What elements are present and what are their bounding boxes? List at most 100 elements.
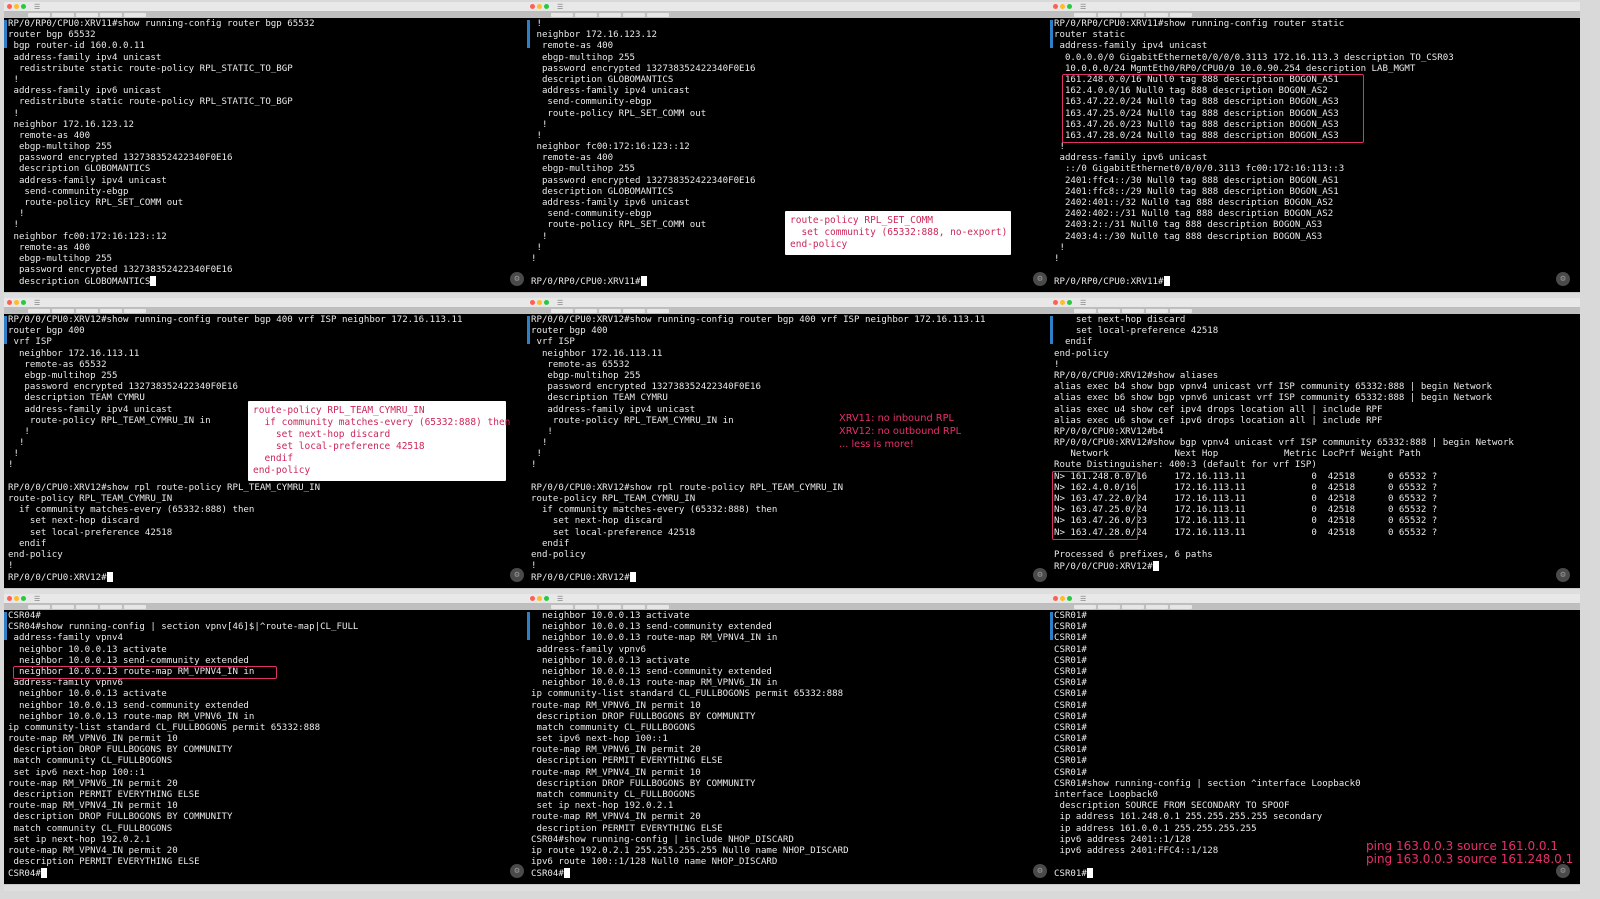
- terminal-tab[interactable]: [1122, 309, 1144, 313]
- zoom-button[interactable]: [544, 300, 549, 305]
- minimize-button[interactable]: [1060, 4, 1065, 9]
- minimize-button[interactable]: [1060, 596, 1065, 601]
- terminal-tab[interactable]: [1170, 13, 1192, 17]
- terminal-tab[interactable]: [647, 605, 669, 609]
- close-button[interactable]: [1053, 596, 1058, 601]
- terminal-menu-icon[interactable]: ☰: [1080, 298, 1086, 308]
- terminal-window-8[interactable]: ☰ neighbor 10.0.0.13 activate neighbor 1…: [527, 594, 1057, 891]
- terminal-menu-icon[interactable]: ☰: [34, 2, 40, 12]
- terminal-window-1[interactable]: ☰ RP/0/RP0/CPU0:XRV11#show running-config…: [4, 2, 534, 299]
- minimize-button[interactable]: [537, 596, 542, 601]
- settings-gear-icon[interactable]: ⚙: [510, 272, 524, 286]
- terminal-tab[interactable]: [1098, 13, 1120, 17]
- settings-gear-icon[interactable]: ⚙: [1033, 568, 1047, 582]
- terminal-tab[interactable]: [124, 309, 146, 313]
- close-button[interactable]: [1053, 300, 1058, 305]
- terminal-tab[interactable]: [1098, 309, 1120, 313]
- terminal-tab[interactable]: [1122, 13, 1144, 17]
- terminal-window-3[interactable]: ☰ RP/0/RP0/CPU0:XRV11#show running-config…: [1050, 2, 1580, 299]
- terminal-tab[interactable]: [1074, 605, 1096, 609]
- terminal-output[interactable]: RP/0/RP0/CPU0:XRV11#show running-config …: [1050, 18, 1580, 292]
- settings-gear-icon[interactable]: ⚙: [510, 568, 524, 582]
- terminal-menu-icon[interactable]: ☰: [557, 298, 563, 308]
- terminal-tab[interactable]: [28, 309, 50, 313]
- zoom-button[interactable]: [544, 4, 549, 9]
- terminal-tab[interactable]: [124, 605, 146, 609]
- settings-gear-icon[interactable]: ⚙: [1556, 272, 1570, 286]
- terminal-output[interactable]: CSR04# CSR04#show running-config | sectio…: [4, 610, 534, 884]
- terminal-tab[interactable]: [1170, 605, 1192, 609]
- close-button[interactable]: [530, 300, 535, 305]
- terminal-tab[interactable]: [599, 13, 621, 17]
- terminal-tab[interactable]: [647, 309, 669, 313]
- terminal-tab[interactable]: [623, 605, 645, 609]
- terminal-tab[interactable]: [575, 13, 597, 17]
- terminal-menu-icon[interactable]: ☰: [1080, 2, 1086, 12]
- terminal-output[interactable]: neighbor 10.0.0.13 activate neighbor 10.…: [527, 610, 1057, 884]
- terminal-tab[interactable]: [100, 13, 122, 17]
- terminal-tab[interactable]: [124, 13, 146, 17]
- minimize-button[interactable]: [14, 596, 19, 601]
- terminal-tab[interactable]: [623, 13, 645, 17]
- terminal-tab[interactable]: [76, 605, 98, 609]
- terminal-tab[interactable]: [28, 13, 50, 17]
- terminal-menu-icon[interactable]: ☰: [34, 298, 40, 308]
- close-button[interactable]: [1053, 4, 1058, 9]
- close-button[interactable]: [7, 596, 12, 601]
- minimize-button[interactable]: [537, 4, 542, 9]
- terminal-output[interactable]: CSR01# CSR01# CSR01# CSR01# CSR01# CSR01# CSR0…: [1050, 610, 1580, 884]
- terminal-window-6[interactable]: ☰ set next-hop discard set local-prefere…: [1050, 298, 1580, 595]
- terminal-output[interactable]: RP/0/0/CPU0:XRV12#show running-config ro…: [527, 314, 1057, 588]
- settings-gear-icon[interactable]: ⚙: [1556, 864, 1570, 878]
- settings-gear-icon[interactable]: ⚙: [510, 864, 524, 878]
- terminal-tab[interactable]: [76, 309, 98, 313]
- zoom-button[interactable]: [21, 596, 26, 601]
- terminal-tab[interactable]: [52, 605, 74, 609]
- terminal-tab[interactable]: [551, 13, 573, 17]
- zoom-button[interactable]: [1067, 4, 1072, 9]
- terminal-output[interactable]: RP/0/RP0/CPU0:XRV11#show running-config …: [4, 18, 534, 292]
- minimize-button[interactable]: [14, 4, 19, 9]
- terminal-menu-icon[interactable]: ☰: [557, 594, 563, 604]
- terminal-tab[interactable]: [1074, 13, 1096, 17]
- terminal-window-2[interactable]: ☰ ! neighbor 172.16.123.12 remote-as 400…: [527, 2, 1057, 299]
- minimize-button[interactable]: [1060, 300, 1065, 305]
- zoom-button[interactable]: [1067, 300, 1072, 305]
- terminal-tab[interactable]: [551, 309, 573, 313]
- terminal-tab[interactable]: [599, 309, 621, 313]
- terminal-tab[interactable]: [76, 13, 98, 17]
- terminal-menu-icon[interactable]: ☰: [557, 2, 563, 12]
- terminal-tab[interactable]: [647, 13, 669, 17]
- terminal-output[interactable]: ! neighbor 172.16.123.12 remote-as 400 e…: [527, 18, 1057, 292]
- terminal-output[interactable]: set next-hop discard set local-preferenc…: [1050, 314, 1580, 588]
- terminal-tab[interactable]: [1146, 309, 1168, 313]
- zoom-button[interactable]: [21, 300, 26, 305]
- settings-gear-icon[interactable]: ⚙: [1033, 864, 1047, 878]
- terminal-tab[interactable]: [623, 309, 645, 313]
- settings-gear-icon[interactable]: ⚙: [1033, 272, 1047, 286]
- terminal-tab[interactable]: [1098, 605, 1120, 609]
- terminal-tab[interactable]: [1122, 605, 1144, 609]
- terminal-tab[interactable]: [1146, 13, 1168, 17]
- terminal-tab[interactable]: [52, 13, 74, 17]
- terminal-window-9[interactable]: ☰ CSR01# CSR01# CSR01# CSR01# CSR01# CSR01# CSR…: [1050, 594, 1580, 891]
- terminal-window-5[interactable]: ☰ RP/0/0/CPU0:XRV12#show running-config r…: [527, 298, 1057, 595]
- terminal-tab[interactable]: [575, 605, 597, 609]
- zoom-button[interactable]: [1067, 596, 1072, 601]
- close-button[interactable]: [530, 4, 535, 9]
- terminal-tab[interactable]: [551, 605, 573, 609]
- terminal-tab[interactable]: [599, 605, 621, 609]
- terminal-window-7[interactable]: ☰ CSR04# CSR04#show running-config | secti…: [4, 594, 534, 891]
- terminal-tab[interactable]: [52, 309, 74, 313]
- terminal-tab[interactable]: [100, 309, 122, 313]
- close-button[interactable]: [7, 300, 12, 305]
- terminal-tab[interactable]: [100, 605, 122, 609]
- zoom-button[interactable]: [21, 4, 26, 9]
- terminal-tab[interactable]: [28, 605, 50, 609]
- terminal-menu-icon[interactable]: ☰: [1080, 594, 1086, 604]
- minimize-button[interactable]: [14, 300, 19, 305]
- terminal-tab[interactable]: [1074, 309, 1096, 313]
- zoom-button[interactable]: [544, 596, 549, 601]
- minimize-button[interactable]: [537, 300, 542, 305]
- settings-gear-icon[interactable]: ⚙: [1556, 568, 1570, 582]
